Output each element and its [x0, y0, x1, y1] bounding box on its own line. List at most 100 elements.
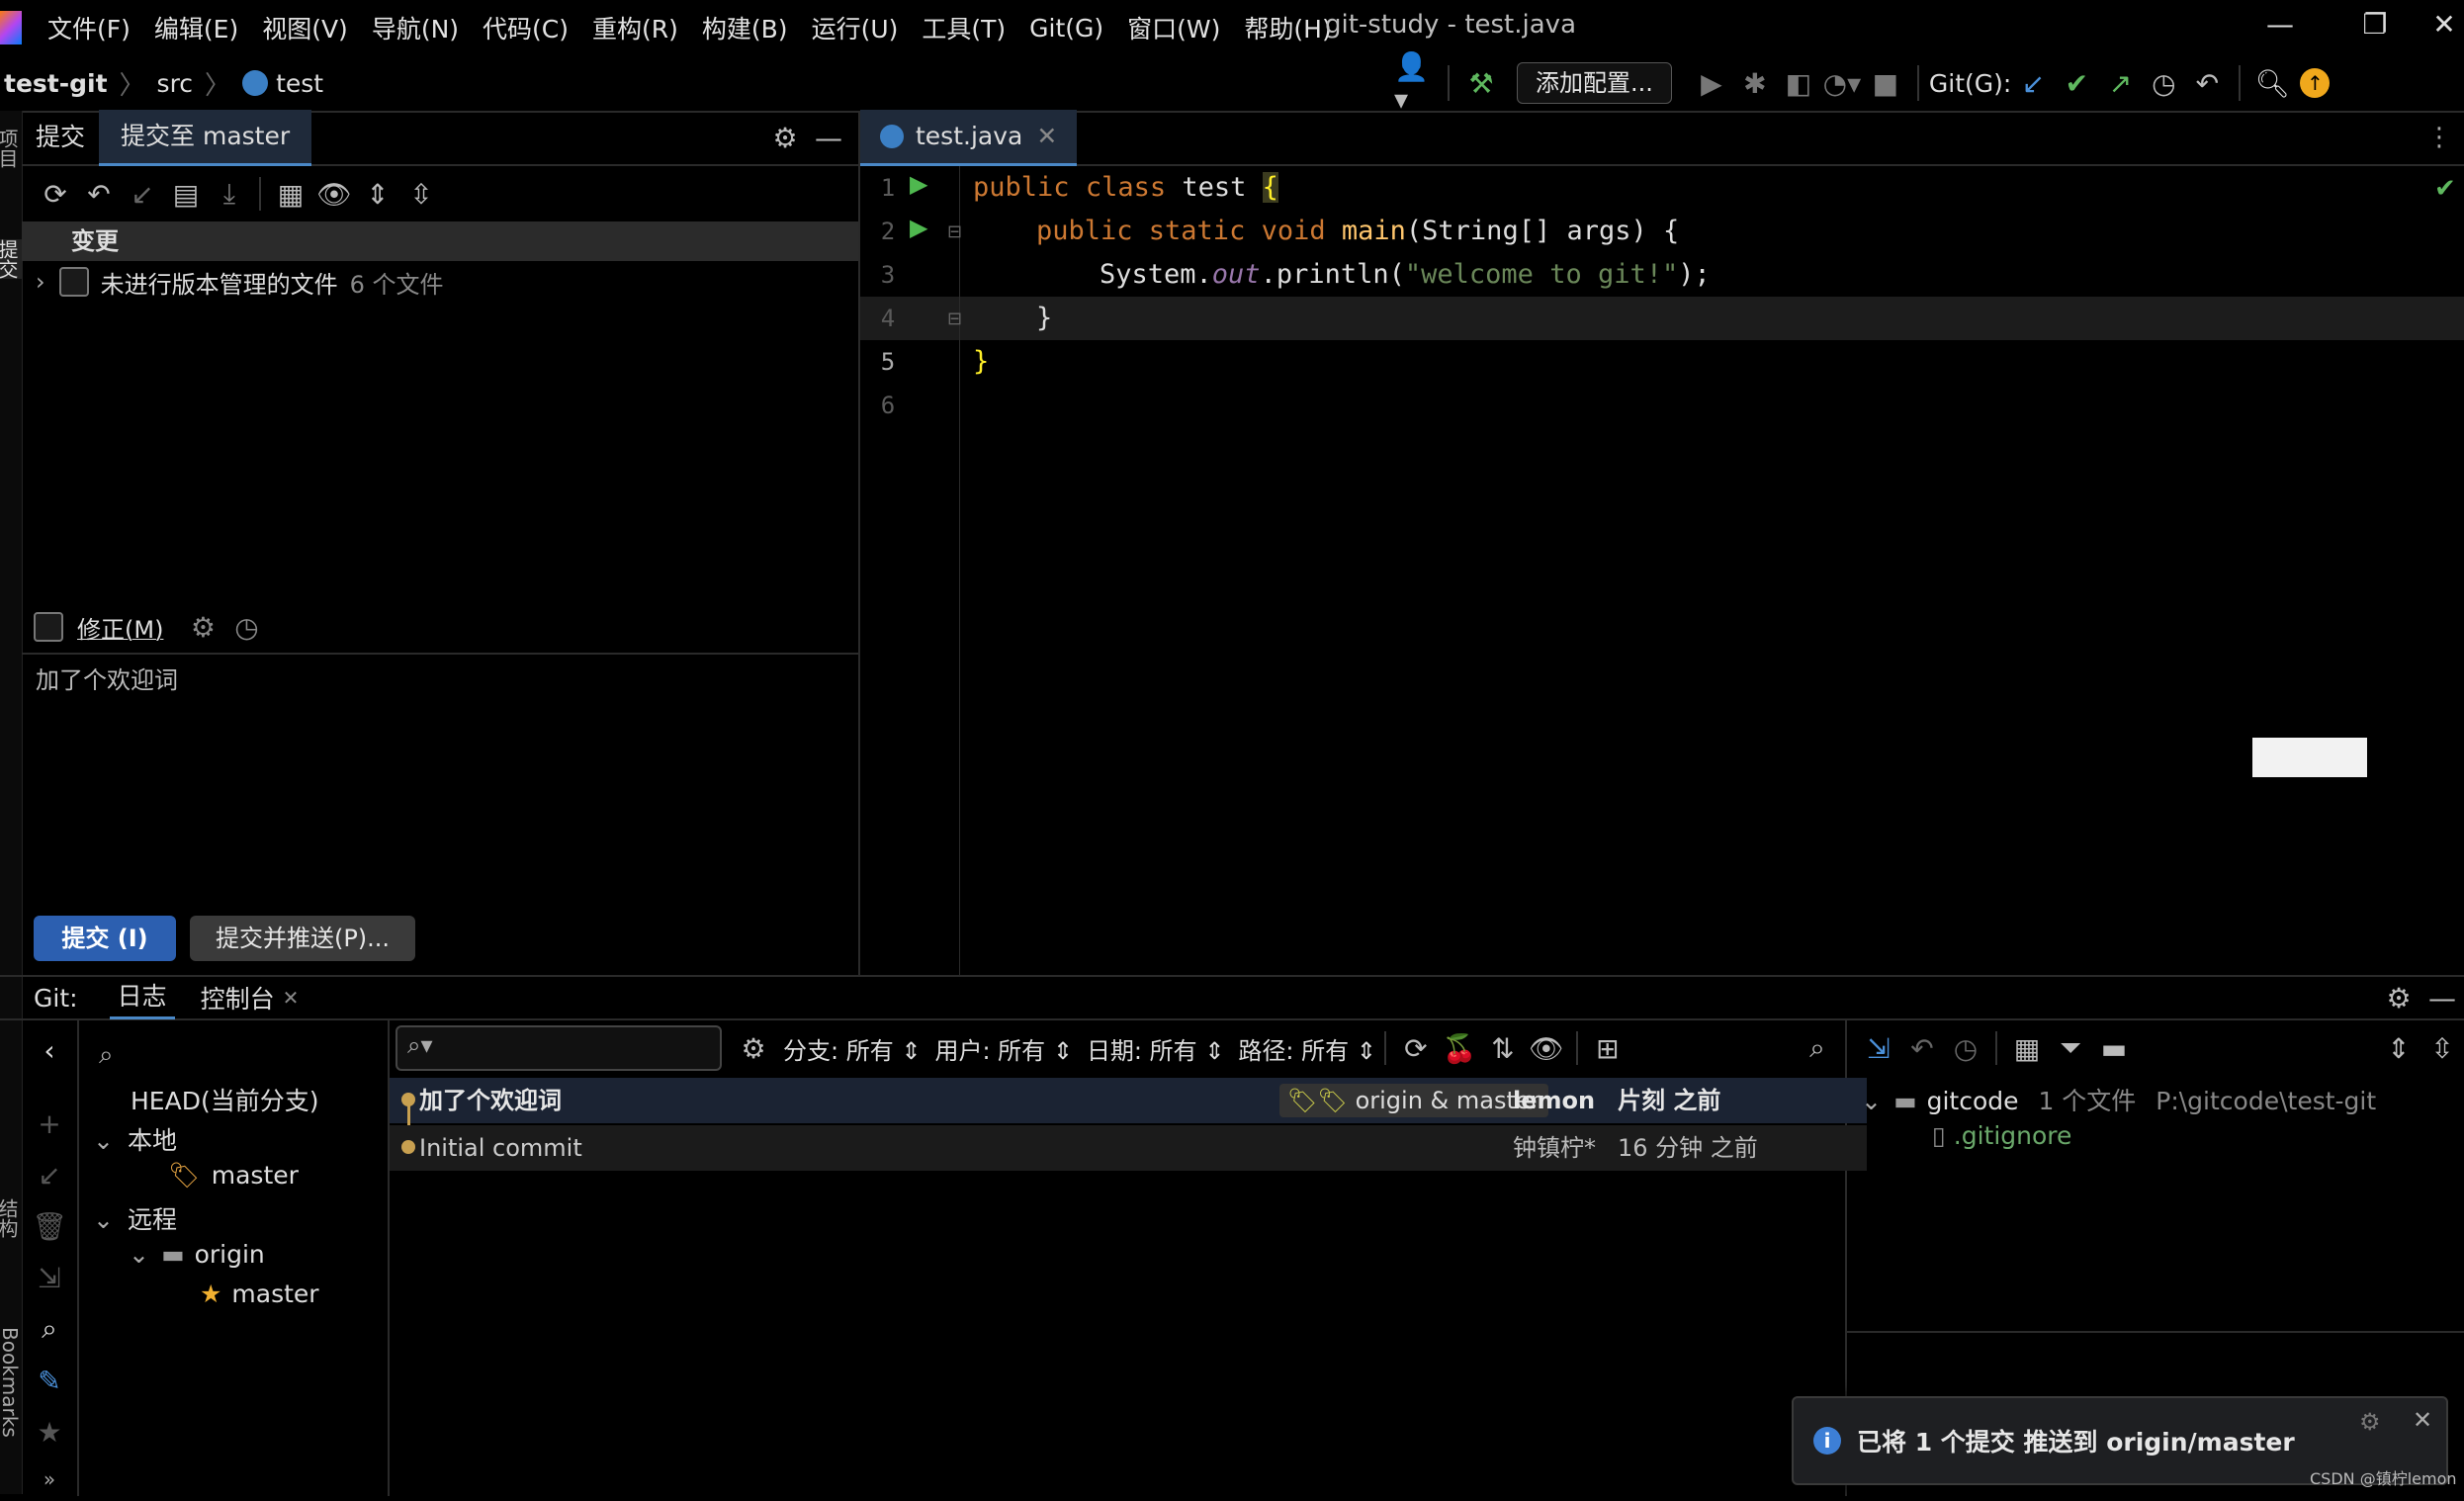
close-window-icon[interactable]: ✕ [2415, 8, 2464, 47]
diff-icon[interactable]: ▤ [164, 172, 208, 216]
menu-item-6[interactable]: 构建(B) [690, 10, 800, 45]
user-filter[interactable]: 用户: 所有 ⇕ [934, 1031, 1072, 1066]
search-icon[interactable]: ⌕ [1796, 1026, 1839, 1070]
refresh-icon[interactable]: ⟳ [1394, 1026, 1438, 1070]
menu-item-9[interactable]: Git(G) [1017, 14, 1115, 43]
view-options-icon[interactable]: 👁 [1525, 1026, 1568, 1070]
more-icon[interactable]: » [28, 1457, 71, 1501]
menu-item-1[interactable]: 编辑(E) [142, 10, 250, 45]
collapse-all-icon[interactable]: ⇳ [399, 172, 443, 216]
log-search-input[interactable]: ⌕▾ [396, 1025, 722, 1071]
branch-origin[interactable]: ⌄ ▬ origin [129, 1240, 265, 1269]
fetch-icon[interactable]: ⇲ [28, 1256, 71, 1299]
changed-file[interactable]: ▯ .gitignore [1932, 1121, 2071, 1150]
tab-log[interactable]: 日志 [109, 977, 175, 1019]
unversioned-checkbox[interactable] [58, 267, 89, 297]
commit-history-icon[interactable]: ◷ [224, 605, 268, 649]
commit-button[interactable]: 提交 (I) [34, 916, 176, 961]
run-icon[interactable]: ▶ [1690, 61, 1733, 105]
close-icon[interactable]: ✕ [2413, 1406, 2432, 1434]
close-tab-icon[interactable]: ✕ [283, 986, 300, 1010]
menu-item-7[interactable]: 运行(U) [800, 10, 911, 45]
search-icon[interactable]: 🔍︎ [2250, 61, 2294, 105]
search-icon[interactable]: ⌕ [99, 1040, 114, 1071]
run-gutter-icon[interactable]: ▶ [910, 170, 927, 198]
path-filter[interactable]: 路径: 所有 ⇕ [1238, 1031, 1375, 1066]
tab-commit[interactable]: 提交 [22, 111, 99, 164]
tab-commit-to-master[interactable]: 提交至 master [99, 109, 312, 166]
branch-group-remote[interactable]: ⌄ 远程 [93, 1200, 177, 1236]
changed-root[interactable]: ⌄ ▬ gitcode 1 个文件 P:\gitcode\test-git [1861, 1082, 2376, 1117]
edit-icon[interactable]: ✎ [28, 1359, 71, 1402]
date-filter[interactable]: 日期: 所有 ⇕ [1087, 1031, 1224, 1066]
group-by-icon[interactable]: ▦ [269, 172, 312, 216]
project-tool-tab[interactable]: 项目 [0, 129, 22, 168]
log-row[interactable]: Initial commit 钟镇柠* 16 分钟 之前 [390, 1125, 1867, 1171]
commit-and-push-button[interactable]: 提交并推送(P)... [190, 916, 415, 961]
gear-icon[interactable]: ⚙ [763, 116, 807, 159]
unversioned-files-row[interactable]: › 未进行版本管理的文件 6 个文件 [22, 261, 858, 303]
menu-item-2[interactable]: 视图(V) [250, 10, 360, 45]
update-project-icon[interactable]: ↙ [121, 172, 164, 216]
chevron-right-icon[interactable]: › [36, 268, 45, 296]
shelve-icon[interactable]: ⤓ [208, 172, 251, 216]
restore-icon[interactable]: ❐ [2345, 8, 2405, 47]
collapse-all-icon[interactable]: ⇳ [2420, 1026, 2464, 1070]
rollback-icon[interactable]: ↶ [1900, 1026, 1944, 1070]
amend-checkbox[interactable] [34, 612, 63, 642]
more-options-icon[interactable]: ⋮ [2426, 123, 2452, 152]
chevron-left-icon[interactable]: ‹ [28, 1028, 71, 1072]
refresh-icon[interactable]: ⟳ [34, 172, 77, 216]
fold-icon[interactable]: ⊟ [947, 221, 962, 242]
minimize-icon[interactable]: — [2250, 8, 2310, 47]
group-by-icon[interactable]: ▦ [2005, 1026, 2049, 1070]
editor-tab-test-java[interactable]: test.java ✕ [860, 109, 1078, 166]
update-icon[interactable]: ↙ [28, 1153, 71, 1196]
fold-icon[interactable]: ⊟ [947, 309, 962, 329]
update-icon[interactable]: ↑ [2300, 68, 2331, 98]
profile-icon[interactable]: ◔▾ [1820, 61, 1864, 105]
menu-item-3[interactable]: 导航(N) [360, 10, 471, 45]
view-options-icon[interactable]: 👁 [312, 172, 356, 216]
star-icon[interactable]: ★ [28, 1410, 71, 1454]
breadcrumb-src[interactable]: src [157, 69, 194, 98]
git-history-icon[interactable]: ◷ [2142, 61, 2185, 105]
filter-icon[interactable]: ⏷ [2049, 1026, 2092, 1070]
expand-all-icon[interactable]: ⇕ [356, 172, 399, 216]
menu-item-8[interactable]: 工具(T) [910, 10, 1017, 45]
notification-gear-icon[interactable]: ⚙ [2359, 1408, 2381, 1436]
commit-message-input[interactable]: 加了个欢迎词 [36, 661, 827, 957]
breadcrumb-project[interactable]: test-git [4, 69, 108, 98]
new-tab-icon[interactable]: ⊞ [1586, 1026, 1629, 1070]
tab-console[interactable]: 控制台 [201, 980, 275, 1015]
git-update-icon[interactable]: ↙ [2011, 61, 2055, 105]
log-row[interactable]: 加了个欢迎词 🏷🏷 origin & master lemon 片刻 之前 [390, 1078, 1867, 1161]
git-push-icon[interactable]: ↗ [2098, 61, 2142, 105]
debug-icon[interactable]: ✱ [1733, 61, 1777, 105]
git-commit-icon[interactable]: ✔ [2055, 61, 2098, 105]
delete-icon[interactable]: 🗑 [28, 1204, 71, 1248]
run-gutter-icon[interactable]: ▶ [910, 214, 927, 241]
close-tab-icon[interactable]: ✕ [1036, 110, 1057, 163]
rollback-icon[interactable]: ↶ [77, 172, 121, 216]
branch-remote-master[interactable]: ★ master [200, 1280, 319, 1308]
add-icon[interactable]: + [28, 1102, 71, 1145]
code-area[interactable]: 1 2 3 4 5 6 ▶ ▶ ⊟ ⊟ public class test { … [860, 166, 2464, 975]
commit-tool-tab[interactable]: 提交 [0, 239, 22, 279]
expand-all-icon[interactable]: ⇕ [2377, 1026, 2420, 1070]
search-icon[interactable]: ⌕ [28, 1307, 71, 1351]
menu-item-10[interactable]: 窗口(W) [1115, 10, 1232, 45]
gear-icon[interactable]: ⚙ [2377, 976, 2420, 1019]
cherry-pick-icon[interactable]: 🍒 [1438, 1026, 1481, 1070]
amend-label[interactable]: 修正(M) [77, 610, 163, 645]
history-icon[interactable]: ◷ [1944, 1026, 1987, 1070]
show-diff-icon[interactable]: ⇲ [1857, 1026, 1900, 1070]
build-hammer-icon[interactable]: ⚒ [1459, 61, 1503, 105]
user-icon[interactable]: 👤▾ [1394, 50, 1438, 116]
branch-group-local[interactable]: ⌄ 本地 [93, 1121, 177, 1157]
hide-icon[interactable]: — [807, 116, 850, 159]
layout-icon[interactable]: ▬ [2092, 1026, 2136, 1070]
git-rollback-icon[interactable]: ↶ [2185, 61, 2229, 105]
add-configuration-button[interactable]: 添加配置... [1517, 62, 1672, 104]
stop-icon[interactable]: ■ [1864, 61, 1907, 105]
